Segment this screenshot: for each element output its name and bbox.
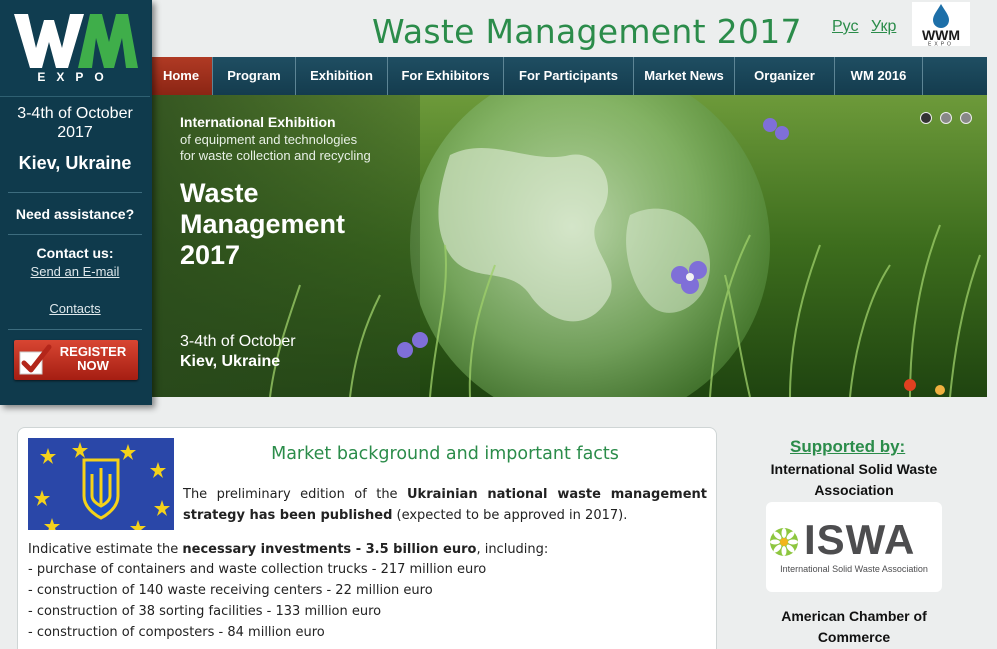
nav-organizer[interactable]: Organizer [735,57,835,95]
language-ukrainian-link[interactable]: Укр [871,18,896,36]
site-title: Waste Management 2017 [372,12,802,51]
left-sidebar: EXPO 3-4th of October 2017 Kiev, Ukraine… [0,0,152,405]
hero-title-line-3: 2017 [180,240,241,270]
intro-paragraph: The preliminary edition of the Ukrainian… [183,484,707,526]
hero-title-line-1: Waste [180,178,259,208]
slide-dot-3[interactable] [960,112,972,124]
investment-estimate: Indicative estimate the necessary invest… [28,539,548,560]
contact-us-label: Contact us: [36,245,114,261]
eu-ukraine-flag-image [28,438,174,530]
sponsor-name-iswa: International Solid Waste Association [770,461,938,498]
nav-home[interactable]: Home [150,57,213,95]
hero-title-line-2: Management [180,209,346,239]
hero-banner[interactable]: International Exhibition of equipment an… [150,95,987,397]
invest-bold: necessary investments - 3.5 billion euro [182,542,477,557]
checkmark-icon [19,344,52,375]
register-now-label: REGISTER NOW [59,344,127,373]
contacts-link[interactable]: Contacts [49,301,100,316]
list-item: - construction of 38 sorting facilities … [28,604,382,619]
hero-date: 3-4th of October [180,333,296,350]
main-navigation: Home Program Exhibition For Exhibitors F… [150,57,987,95]
need-assistance-label: Need assistance? [15,206,135,222]
wm-expo-logo[interactable]: EXPO [0,0,150,97]
hero-subtitle-2: of equipment and technologies [180,132,358,147]
nav-exhibition[interactable]: Exhibition [296,57,388,95]
hero-subtitle-3: for waste collection and recycling [180,148,371,163]
logo-expo-text: EXPO [37,70,115,84]
wwm-partner-logo[interactable]: WWM EXPO [912,2,970,48]
list-item: - purchase of containers and waste colle… [28,562,487,577]
intro-suffix: (expected to be approved in 2017). [392,508,628,523]
iswa-logo-subtext: International Solid Waste Association [780,564,928,574]
page: EXPO 3-4th of October 2017 Kiev, Ukraine… [0,0,997,649]
list-item: - construction of 140 waste receiving ce… [28,583,433,598]
slide-dot-2[interactable] [940,112,952,124]
section-title: Market background and important facts [271,444,619,464]
register-now-button[interactable]: REGISTER NOW [14,340,138,380]
send-email-link[interactable]: Send an E-mail [31,264,120,279]
nav-for-exhibitors[interactable]: For Exhibitors [388,57,504,95]
iswa-logo[interactable]: ISWA International Solid Waste Associati… [766,502,942,592]
hero-city: Kiev, Ukraine [180,353,281,370]
send-email-link-wrap: Send an E-mail [0,264,150,279]
nav-program[interactable]: Program [213,57,296,95]
intro-prefix: The preliminary edition of the [183,487,407,502]
contacts-link-wrap: Contacts [0,301,150,316]
list-item: - construction of composters - 84 millio… [28,625,325,640]
iswa-logo-text: ISWA [804,516,916,563]
language-russian-link[interactable]: Рус [832,18,859,36]
sponsor-name-amcham: American Chamber of Commerce [781,608,927,645]
market-facts-panel: Market background and important facts Th… [17,427,717,649]
supported-by-heading[interactable]: Supported by: [790,437,905,457]
hero-subtitle-1: International Exhibition [180,114,336,130]
slide-dot-1[interactable] [920,112,932,124]
invest-prefix: Indicative estimate the [28,542,183,557]
invest-suffix: , including: [476,542,549,557]
hero-title: Waste Management 2017 [180,178,345,271]
event-city: Kiev, Ukraine [18,153,132,173]
wm-logo-icon [14,14,138,68]
divider [8,329,142,330]
divider [8,234,142,235]
divider [8,192,142,193]
nav-wm-2016[interactable]: WM 2016 [835,57,923,95]
nav-market-news[interactable]: Market News [634,57,735,95]
water-drop-icon: WWM EXPO [922,4,960,48]
event-dates: 3-4th of October 2017 [17,105,133,141]
nav-for-participants[interactable]: For Participants [504,57,634,95]
svg-text:EXPO: EXPO [928,42,954,47]
